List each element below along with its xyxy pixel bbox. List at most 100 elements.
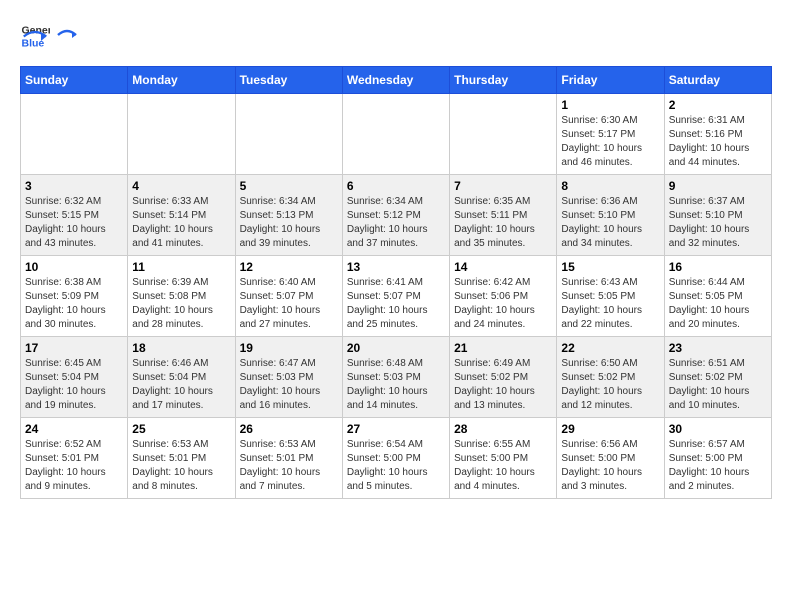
calendar-cell: 8 Sunrise: 6:36 AM Sunset: 5:10 PM Daylig… [557,175,664,256]
day-number: 12 [240,260,338,274]
calendar-cell: 23Sunrise: 6:51 AM Sunset: 5:02 PM Dayli… [664,337,771,418]
day-number: 16 [669,260,767,274]
day-info: Sunrise: 6:38 AM Sunset: 5:09 PM Dayligh… [25,276,123,332]
weekday-header: Tuesday [235,67,342,94]
calendar-cell: 7 Sunrise: 6:35 AM Sunset: 5:11 PM Daylig… [450,175,557,256]
calendar-cell: 17 Sunrise: 6:45 AM Sunset: 5:04 PM Dayli… [21,337,128,418]
day-info: Sunrise: 6:46 AM Sunset: 5:04 PM Dayligh… [132,357,230,413]
logo-icon: General Blue [20,20,50,50]
day-number: 14 [454,260,552,274]
day-number: 29 [561,422,659,436]
calendar-cell: 25 Sunrise: 6:53 AM Sunset: 5:01 PM Dayli… [128,418,235,499]
calendar-cell: 22Sunrise: 6:50 AM Sunset: 5:02 PM Dayli… [557,337,664,418]
calendar-cell: 9 Sunrise: 6:37 AM Sunset: 5:10 PM Daylig… [664,175,771,256]
day-number: 13 [347,260,445,274]
day-number: 10 [25,260,123,274]
day-number: 7 [454,179,552,193]
day-number: 18 [132,341,230,355]
calendar-cell: 24 Sunrise: 6:52 AM Sunset: 5:01 PM Dayli… [21,418,128,499]
calendar-cell: 2 Sunrise: 6:31 AM Sunset: 5:16 PM Daylig… [664,94,771,175]
calendar-cell [342,94,449,175]
day-info: Sunrise: 6:31 AM Sunset: 5:16 PM Dayligh… [669,114,767,170]
day-number: 15 [561,260,659,274]
header-row: SundayMondayTuesdayWednesdayThursdayFrid… [21,67,772,94]
day-number: 20 [347,341,445,355]
calendar-cell: 18 Sunrise: 6:46 AM Sunset: 5:04 PM Dayli… [128,337,235,418]
calendar-cell: 6 Sunrise: 6:34 AM Sunset: 5:12 PM Daylig… [342,175,449,256]
day-number: 6 [347,179,445,193]
logo: General Blue [20,20,80,50]
day-info: Sunrise: 6:42 AM Sunset: 5:06 PM Dayligh… [454,276,552,332]
day-number: 1 [561,98,659,112]
day-info: Sunrise: 6:34 AM Sunset: 5:13 PM Dayligh… [240,195,338,251]
calendar-table: SundayMondayTuesdayWednesdayThursdayFrid… [20,66,772,499]
calendar-cell: 19Sunrise: 6:47 AM Sunset: 5:03 PM Dayli… [235,337,342,418]
calendar-cell: 20Sunrise: 6:48 AM Sunset: 5:03 PM Dayli… [342,337,449,418]
day-info: Sunrise: 6:50 AM Sunset: 5:02 PM Dayligh… [561,357,659,413]
calendar-cell: 30 Sunrise: 6:57 AM Sunset: 5:00 PM Dayli… [664,418,771,499]
calendar-cell: 16 Sunrise: 6:44 AM Sunset: 5:05 PM Dayli… [664,256,771,337]
calendar-cell: 14 Sunrise: 6:42 AM Sunset: 5:06 PM Dayli… [450,256,557,337]
day-number: 8 [561,179,659,193]
calendar-week-row: 17 Sunrise: 6:45 AM Sunset: 5:04 PM Dayli… [21,337,772,418]
weekday-header: Saturday [664,67,771,94]
weekday-header: Thursday [450,67,557,94]
day-number: 11 [132,260,230,274]
day-number: 28 [454,422,552,436]
calendar-cell: 12 Sunrise: 6:40 AM Sunset: 5:07 PM Dayli… [235,256,342,337]
day-info: Sunrise: 6:53 AM Sunset: 5:01 PM Dayligh… [240,438,338,494]
calendar-cell [450,94,557,175]
day-info: Sunrise: 6:41 AM Sunset: 5:07 PM Dayligh… [347,276,445,332]
calendar-week-row: 1 Sunrise: 6:30 AM Sunset: 5:17 PM Daylig… [21,94,772,175]
day-info: Sunrise: 6:56 AM Sunset: 5:00 PM Dayligh… [561,438,659,494]
logo-arrow-icon [56,26,78,44]
calendar-header: SundayMondayTuesdayWednesdayThursdayFrid… [21,67,772,94]
calendar-body: 1 Sunrise: 6:30 AM Sunset: 5:17 PM Daylig… [21,94,772,499]
day-number: 2 [669,98,767,112]
day-info: Sunrise: 6:45 AM Sunset: 5:04 PM Dayligh… [25,357,123,413]
day-info: Sunrise: 6:49 AM Sunset: 5:02 PM Dayligh… [454,357,552,413]
calendar-cell: 4 Sunrise: 6:33 AM Sunset: 5:14 PM Daylig… [128,175,235,256]
weekday-header: Monday [128,67,235,94]
weekday-header: Wednesday [342,67,449,94]
day-number: 9 [669,179,767,193]
day-info: Sunrise: 6:54 AM Sunset: 5:00 PM Dayligh… [347,438,445,494]
day-info: Sunrise: 6:51 AM Sunset: 5:02 PM Dayligh… [669,357,767,413]
day-info: Sunrise: 6:43 AM Sunset: 5:05 PM Dayligh… [561,276,659,332]
calendar-cell: 3Sunrise: 6:32 AM Sunset: 5:15 PM Daylig… [21,175,128,256]
day-number: 19 [240,341,338,355]
calendar-week-row: 24 Sunrise: 6:52 AM Sunset: 5:01 PM Dayli… [21,418,772,499]
calendar-cell: 15 Sunrise: 6:43 AM Sunset: 5:05 PM Dayli… [557,256,664,337]
day-info: Sunrise: 6:52 AM Sunset: 5:01 PM Dayligh… [25,438,123,494]
day-number: 4 [132,179,230,193]
calendar-week-row: 3Sunrise: 6:32 AM Sunset: 5:15 PM Daylig… [21,175,772,256]
day-info: Sunrise: 6:37 AM Sunset: 5:10 PM Dayligh… [669,195,767,251]
day-info: Sunrise: 6:57 AM Sunset: 5:00 PM Dayligh… [669,438,767,494]
day-info: Sunrise: 6:44 AM Sunset: 5:05 PM Dayligh… [669,276,767,332]
calendar-week-row: 10 Sunrise: 6:38 AM Sunset: 5:09 PM Dayli… [21,256,772,337]
day-info: Sunrise: 6:30 AM Sunset: 5:17 PM Dayligh… [561,114,659,170]
calendar-cell: 5 Sunrise: 6:34 AM Sunset: 5:13 PM Daylig… [235,175,342,256]
day-number: 17 [25,341,123,355]
day-info: Sunrise: 6:40 AM Sunset: 5:07 PM Dayligh… [240,276,338,332]
day-info: Sunrise: 6:34 AM Sunset: 5:12 PM Dayligh… [347,195,445,251]
day-info: Sunrise: 6:33 AM Sunset: 5:14 PM Dayligh… [132,195,230,251]
logo-text-wrapper [54,26,80,44]
day-info: Sunrise: 6:36 AM Sunset: 5:10 PM Dayligh… [561,195,659,251]
header: General Blue [20,20,772,50]
day-info: Sunrise: 6:55 AM Sunset: 5:00 PM Dayligh… [454,438,552,494]
day-number: 24 [25,422,123,436]
day-info: Sunrise: 6:39 AM Sunset: 5:08 PM Dayligh… [132,276,230,332]
day-info: Sunrise: 6:53 AM Sunset: 5:01 PM Dayligh… [132,438,230,494]
calendar-cell: 29 Sunrise: 6:56 AM Sunset: 5:00 PM Dayli… [557,418,664,499]
weekday-header: Friday [557,67,664,94]
day-info: Sunrise: 6:35 AM Sunset: 5:11 PM Dayligh… [454,195,552,251]
calendar-cell: 10 Sunrise: 6:38 AM Sunset: 5:09 PM Dayli… [21,256,128,337]
calendar-cell [21,94,128,175]
calendar-cell [128,94,235,175]
day-number: 5 [240,179,338,193]
day-number: 25 [132,422,230,436]
calendar-cell: 21Sunrise: 6:49 AM Sunset: 5:02 PM Dayli… [450,337,557,418]
calendar-cell [235,94,342,175]
day-number: 30 [669,422,767,436]
